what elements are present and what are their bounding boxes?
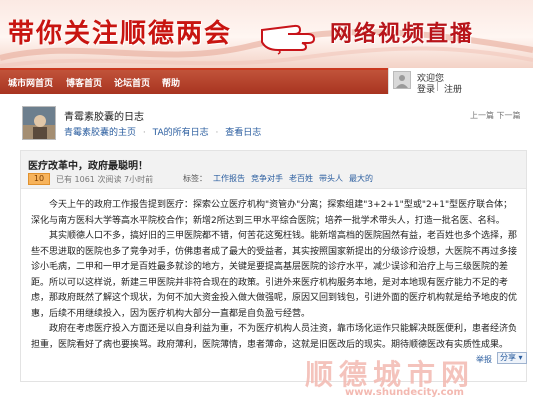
tags-label: 标签：	[183, 174, 207, 183]
nav-blog-home[interactable]: 博客首页	[66, 76, 102, 89]
post-pager[interactable]: 上一篇 下一篇	[470, 110, 521, 121]
tag-link[interactable]: 竞争对手	[251, 174, 283, 183]
post-title[interactable]: 医疗改革中，政府最聪明！	[28, 157, 148, 172]
post-tags: 标签： 工作报告 竞争对手 老百姓 带头人 最大的	[183, 173, 373, 184]
tag-link[interactable]: 工作报告	[213, 174, 245, 183]
site-watermark-url: www.shundecity.com	[345, 387, 464, 398]
post-paragraph: 今天上午的政府工作报告提到医疗：探索公立医疗机构"资管办"分离；探索组建"3+2…	[31, 200, 513, 226]
top-banner[interactable]: 带你关注顺德两会 网络视频直播	[0, 0, 533, 70]
tag-link[interactable]: 老百姓	[289, 174, 313, 183]
tag-link[interactable]: 最大的	[349, 174, 373, 183]
all-posts-link[interactable]: TA的所有日志	[153, 128, 209, 138]
register-link[interactable]: 注册	[444, 82, 462, 95]
nav-city-home[interactable]: 城市网首页	[8, 76, 53, 89]
tag-link[interactable]: 带头人	[319, 174, 343, 183]
blog-breadcrumb: 青霉素胶囊的主页 · TA的所有日志 · 查看日志	[64, 125, 261, 138]
avatar-photo-icon	[23, 107, 55, 139]
breadcrumb-dot: ·	[215, 128, 219, 138]
breadcrumb-dot: ·	[142, 128, 146, 138]
view-post-link[interactable]: 查看日志	[225, 128, 261, 138]
post-score-badge: 10	[28, 173, 50, 185]
blog-header: 青霉素胶囊的日志 青霉素胶囊的主页 · TA的所有日志 · 查看日志	[15, 100, 533, 145]
login-link[interactable]: 登录	[417, 82, 435, 95]
chevron-down-icon: ▾	[518, 353, 523, 362]
post-header: 医疗改革中，政府最聪明！ 10 已有 1061 次阅读 7小时前 标签： 工作报告…	[21, 151, 526, 189]
banner-slogan: 带你关注顺德两会	[8, 19, 233, 49]
blog-title: 青霉素胶囊的日志	[64, 112, 144, 123]
blog-home-link[interactable]: 青霉素胶囊的主页	[64, 128, 136, 138]
post-paragraph: 政府在考虑医疗投入方面还是以自身利益为重，不为医疗机构人员注资，靠市场化运作只能…	[31, 324, 518, 350]
nav-forum-home[interactable]: 论坛首页	[114, 76, 150, 89]
guest-avatar	[393, 71, 411, 89]
user-icon	[396, 75, 408, 88]
post-body: 今天上午的政府工作报告提到医疗：探索公立医疗机构"资管办"分离；探索组建"3+2…	[31, 198, 519, 353]
share-label: 分享	[500, 353, 516, 362]
login-separator: |	[436, 82, 440, 92]
blogger-avatar[interactable]	[22, 106, 56, 140]
banner-live-text: 网络视频直播	[330, 21, 475, 47]
share-button[interactable]: 分享 ▾	[497, 352, 527, 364]
report-link[interactable]: 举报	[476, 354, 492, 365]
pointing-hand-icon	[261, 24, 316, 55]
user-panel: 欢迎您 登录 | 注册	[388, 68, 533, 95]
post-meta: 已有 1061 次阅读 7小时前	[56, 175, 154, 184]
nav-help[interactable]: 帮助	[162, 76, 180, 89]
post-paragraph: 其实顺德人口不多，搞好旧的三甲医院都不错，何苦花这冤枉钱。能新增高档的医院固然有…	[31, 231, 518, 319]
blog-post: 医疗改革中，政府最聪明！ 10 已有 1061 次阅读 7小时前 标签： 工作报告…	[20, 150, 527, 382]
